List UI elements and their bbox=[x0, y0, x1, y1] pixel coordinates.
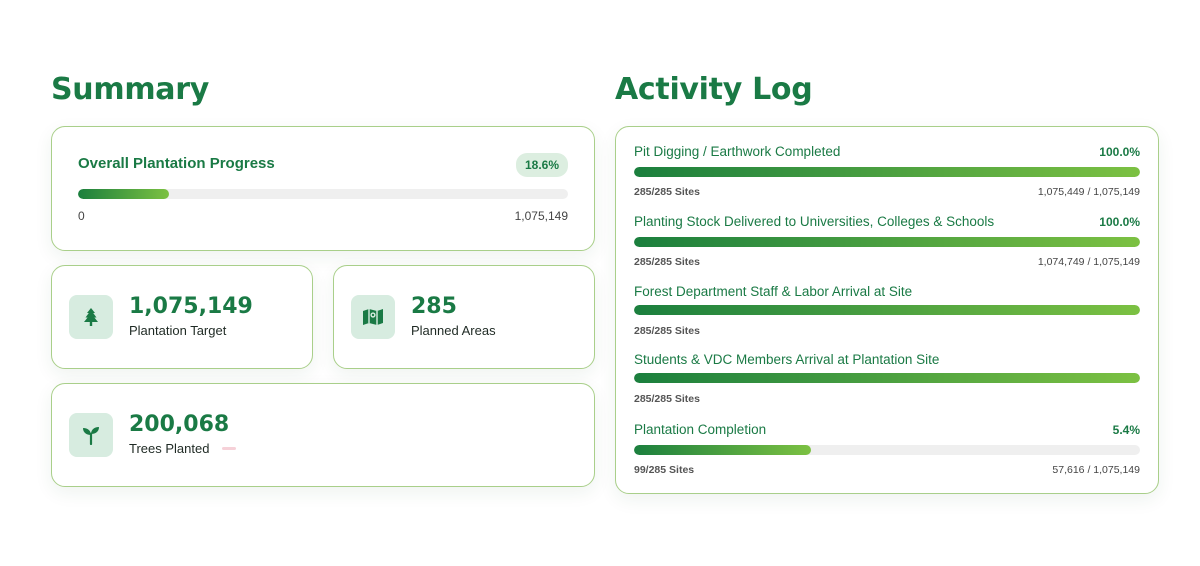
activity-log-card: Pit Digging / Earthwork Completed 100.0%… bbox=[615, 126, 1159, 494]
overall-progress-card: Overall Plantation Progress 18.6% 0 1,07… bbox=[51, 126, 595, 251]
overall-progress-max: 1,075,149 bbox=[514, 209, 568, 223]
activity-item-fill bbox=[634, 445, 812, 455]
plantation-target-value: 1,075,149 bbox=[129, 294, 253, 319]
activity-item-percent: 100.0% bbox=[1099, 145, 1140, 159]
activity-item-track bbox=[634, 167, 1140, 177]
summary-title: Summary bbox=[51, 72, 209, 107]
overall-progress-min: 0 bbox=[78, 209, 85, 223]
trees-planted-label: Trees Planted bbox=[129, 441, 210, 456]
activity-item-sites: 99/285 Sites bbox=[634, 464, 695, 476]
activity-log-title: Activity Log bbox=[615, 72, 813, 107]
overall-progress-heading: Overall Plantation Progress bbox=[78, 155, 275, 172]
activity-item-name: Students & VDC Members Arrival at Planta… bbox=[634, 352, 940, 367]
plantation-target-label: Plantation Target bbox=[129, 323, 227, 338]
decorative-dash bbox=[222, 447, 236, 450]
activity-item-name: Forest Department Staff & Labor Arrival … bbox=[634, 284, 913, 299]
activity-item-sites: 285/285 Sites bbox=[634, 186, 700, 198]
activity-item-percent: 5.4% bbox=[1112, 423, 1140, 437]
activity-item-count: 1,075,449 / 1,075,149 bbox=[1037, 186, 1140, 198]
map-icon bbox=[351, 295, 395, 339]
activity-item-fill bbox=[634, 237, 1140, 247]
activity-item-count: 1,074,749 / 1,075,149 bbox=[1037, 256, 1140, 268]
activity-item-fill bbox=[634, 167, 1140, 177]
activity-item-track bbox=[634, 373, 1140, 383]
activity-item-name: Plantation Completion bbox=[634, 422, 767, 437]
stat-card-plantation-target: 1,075,149 Plantation Target bbox=[51, 265, 313, 369]
tree-icon bbox=[69, 295, 113, 339]
activity-item-sites: 285/285 Sites bbox=[634, 325, 700, 337]
activity-item-name: Planting Stock Delivered to Universities… bbox=[634, 214, 995, 229]
overall-progress-fill bbox=[78, 189, 170, 199]
trees-planted-value: 200,068 bbox=[129, 412, 230, 437]
activity-item-percent: 100.0% bbox=[1099, 215, 1140, 229]
planned-areas-label: Planned Areas bbox=[411, 323, 496, 338]
stat-card-planned-areas: 285 Planned Areas bbox=[333, 265, 595, 369]
activity-item-track bbox=[634, 237, 1140, 247]
stat-card-trees-planted: 200,068 Trees Planted bbox=[51, 383, 595, 487]
planned-areas-value: 285 bbox=[411, 294, 457, 319]
activity-item-fill bbox=[634, 305, 1140, 315]
activity-item-sites: 285/285 Sites bbox=[634, 256, 700, 268]
overall-progress-badge: 18.6% bbox=[515, 153, 568, 177]
activity-item-sites: 285/285 Sites bbox=[634, 393, 700, 405]
activity-item-name: Pit Digging / Earthwork Completed bbox=[634, 144, 841, 159]
activity-item-track bbox=[634, 445, 1140, 455]
sprout-icon bbox=[69, 413, 113, 457]
overall-progress-track bbox=[78, 189, 568, 199]
activity-item-fill bbox=[634, 373, 1140, 383]
activity-item-track bbox=[634, 305, 1140, 315]
activity-item-count: 57,616 / 1,075,149 bbox=[1052, 464, 1140, 476]
